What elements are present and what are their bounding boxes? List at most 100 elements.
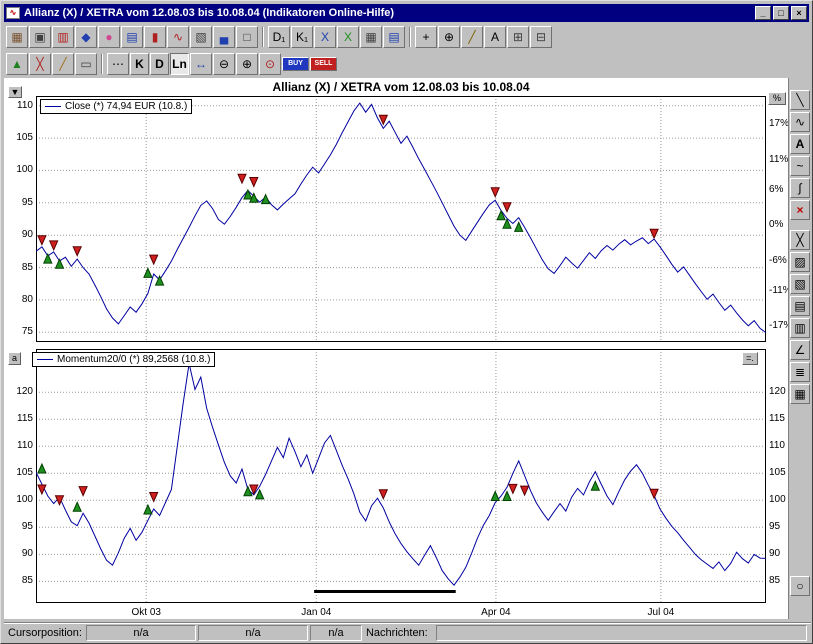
draw-line-icon: ╱ [468, 31, 475, 43]
candle-mode-icon: K [135, 58, 144, 70]
windows-button[interactable]: □ [236, 26, 258, 48]
frame-icon: ▭ [80, 58, 91, 70]
wave-tool[interactable]: ~ [790, 156, 810, 176]
price-legend[interactable]: Close (*) 74,94 EUR (10.8.) [40, 99, 192, 114]
mountain-chart-button[interactable]: ▲ [6, 53, 28, 75]
price-type-icon: ▥ [57, 31, 68, 43]
y-axis-tick-label: 110 [5, 100, 33, 111]
y-axis-tick-label: 85 [5, 575, 33, 586]
text-tool[interactable]: A [790, 134, 810, 154]
messages-label: Nachrichten: [366, 627, 428, 639]
analysis-button[interactable]: ▤ [121, 26, 143, 48]
chart-pane: ▼ Allianz (X) / XETRA vom 12.08.03 bis 1… [4, 78, 788, 619]
title-bar[interactable]: ∿ Allianz (X) / XETRA vom 12.08.03 bis 1… [4, 4, 809, 22]
chart-toolbar: ▲╳ ╱ ▭ ⋯ KDLn ↔ ⊖ ⊕ ⊙BUY SELL [4, 51, 809, 76]
chart-settings-button[interactable]: ▦ [6, 26, 28, 48]
indicator-button[interactable]: X [314, 26, 336, 48]
quote-search-button[interactable]: ● [98, 26, 120, 48]
line-study-button[interactable]: ∿ [167, 26, 189, 48]
angle-tool-icon: ∠ [795, 343, 806, 357]
x-axis-tick-label: Jan 04 [286, 607, 346, 618]
fit-axis-icon: ↔ [195, 58, 207, 70]
text-tool-icon: A [796, 137, 805, 151]
x-axis-tick-label: Okt 03 [116, 607, 176, 618]
signal-system-button[interactable]: X [337, 26, 359, 48]
line-style-icon: ⋯ [112, 58, 124, 70]
price-chart-plot[interactable] [36, 96, 766, 342]
frame-button[interactable]: ▭ [75, 53, 97, 75]
y-axis-tick-label: 90 [5, 548, 33, 559]
eraser-tool-icon: ▨ [794, 255, 805, 269]
zoom-range-button[interactable]: ⊙ [259, 53, 281, 75]
data-table-button[interactable]: ▤ [383, 26, 405, 48]
circle-tool[interactable]: ○ [790, 576, 810, 596]
compare-button[interactable]: ◆ [75, 26, 97, 48]
grid-button[interactable]: ⊟ [530, 26, 552, 48]
hatch-diagonal-tool[interactable]: ▧ [790, 274, 810, 294]
channel-tool[interactable]: ╳ [790, 230, 810, 250]
sell-marker-icon: SELL [315, 60, 333, 67]
status-bar: Cursorposition: n/a n/a n/a Nachrichten: [4, 622, 811, 642]
cursor-position-label: Cursorposition: [8, 627, 82, 639]
momentum-chart-plot[interactable] [36, 349, 766, 603]
zigzag-tool[interactable]: ∿ [790, 112, 810, 132]
eraser-tool[interactable]: ▨ [790, 252, 810, 272]
copy-chart-button[interactable]: ▣ [29, 26, 51, 48]
toolbar-separator [101, 54, 103, 74]
zoom-in-icon: ⊕ [242, 58, 252, 70]
fit-axis-button[interactable]: ↔ [190, 53, 212, 75]
delete-drawing-tool[interactable]: × [790, 200, 810, 220]
signal-system-icon: X [344, 31, 352, 43]
curve-tool[interactable]: ∫ [790, 178, 810, 198]
angle-tool[interactable]: ∠ [790, 340, 810, 360]
log-scale-button[interactable]: Ln [170, 53, 189, 75]
momentum-param-button[interactable]: a [8, 352, 21, 365]
y-axis-tick-label: 100 [5, 494, 33, 505]
close-button[interactable]: × [791, 6, 807, 20]
main-toolbar: ▦▣▥◆●▤▮∿▧▄□D₁K₁XX▦▤+⊕╱A⊞⊟ [4, 23, 809, 50]
collapse-pane-button[interactable]: ▼ [8, 86, 22, 98]
text-note-button[interactable]: A [484, 26, 506, 48]
quote-table-icon: ▦ [365, 31, 376, 43]
histogram-button[interactable]: ▮ [144, 26, 166, 48]
sell-marker-button[interactable]: SELL [310, 57, 337, 71]
zoom-in-button[interactable]: ⊕ [236, 53, 258, 75]
hatch-vertical-tool[interactable]: ▥ [790, 318, 810, 338]
draw-line-button[interactable]: ╱ [461, 26, 483, 48]
trend-line-tool[interactable]: ╲ [790, 90, 810, 110]
report-button[interactable]: ▧ [190, 26, 212, 48]
daily-mode-button[interactable]: D [150, 53, 169, 75]
layout-button[interactable]: ⊞ [507, 26, 529, 48]
hatch-horizontal-tool[interactable]: ▤ [790, 296, 810, 316]
buy-marker-button[interactable]: BUY [282, 57, 309, 71]
percent-axis-button[interactable]: % [768, 92, 786, 105]
zoom-out-button[interactable]: ⊖ [213, 53, 235, 75]
y-axis-tick-label: 75 [5, 326, 33, 337]
clear-signals-button[interactable]: ╳ [29, 53, 51, 75]
edit-pencil-button[interactable]: ╱ [52, 53, 74, 75]
messages-field [436, 625, 807, 641]
price-type-button[interactable]: ▥ [52, 26, 74, 48]
maximize-button[interactable]: □ [773, 6, 789, 20]
line-style-button[interactable]: ⋯ [107, 53, 129, 75]
app-window: ∿ Allianz (X) / XETRA vom 12.08.03 bis 1… [0, 0, 813, 644]
grid-pattern-tool[interactable]: ▦ [790, 384, 810, 404]
momentum-line-sample-icon [37, 359, 53, 360]
trend-line-tool-icon: ╲ [796, 93, 803, 107]
edit-pencil-icon: ╱ [59, 58, 66, 70]
cursor-y-field: n/a [198, 625, 308, 641]
candle-mode-button[interactable]: K [130, 53, 149, 75]
daily-interval-button[interactable]: D₁ [268, 26, 290, 48]
channel-tool-icon: ╳ [796, 233, 803, 247]
crosshair-button[interactable]: + [415, 26, 437, 48]
weekly-interval-button[interactable]: K₁ [291, 26, 313, 48]
minimize-button[interactable]: _ [755, 6, 771, 20]
save-layout-button[interactable]: ▄ [213, 26, 235, 48]
y-axis-tick-label: 85 [5, 262, 33, 273]
momentum-scale-button[interactable]: =. [742, 352, 758, 365]
quote-table-button[interactable]: ▦ [360, 26, 382, 48]
y-axis-tick-label: 105 [5, 132, 33, 143]
parallel-lines-tool[interactable]: ≣ [790, 362, 810, 382]
momentum-legend[interactable]: Momentum20/0 (*) 89,2568 (10.8.) [32, 352, 215, 367]
move-chart-button[interactable]: ⊕ [438, 26, 460, 48]
